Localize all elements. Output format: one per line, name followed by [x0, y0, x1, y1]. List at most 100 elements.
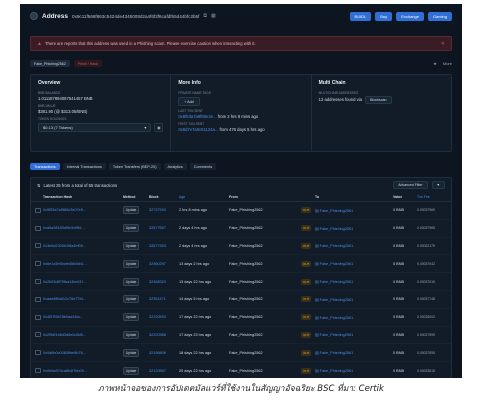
name-tag[interactable]: Fake_Phishing2562: [30, 60, 70, 67]
from-address[interactable]: Fake_Phishing2562: [229, 208, 301, 212]
block-link[interactable]: 32351471: [149, 297, 179, 301]
qr-code-icon[interactable]: ▦: [211, 13, 216, 19]
overview-card: Overview BNB BALANCE 1.01118789406754145…: [31, 75, 172, 151]
to-address-link[interactable]: ▤ Fake_Phishing2561: [315, 279, 393, 284]
eye-icon[interactable]: [35, 279, 41, 285]
table-row: 0xaae8f6dd12c76e77fd... Update 32351471 14 …: [31, 291, 451, 309]
block-link[interactable]: 32220593: [149, 315, 179, 319]
to-address-link[interactable]: ▤ Fake_Phishing2561: [315, 297, 393, 302]
block-link[interactable]: 32468323: [149, 280, 179, 284]
value-text: 0 BNB: [393, 243, 404, 248]
blockscan-select[interactable]: Blockscan: [365, 96, 392, 104]
txn-hash-link[interactable]: 0x0b5a974ca8b4f7bb09...: [43, 369, 123, 373]
method-badge: Update: [123, 241, 140, 250]
from-address[interactable]: Fake_Phishing2562: [229, 262, 301, 266]
eye-icon[interactable]: [35, 314, 41, 320]
txn-hash-link[interactable]: 0x9f53a7a9f80e3e07e9...: [43, 208, 123, 212]
age-text: 2 days 4 hrs ago: [179, 243, 208, 248]
buy-button[interactable]: Buy: [375, 11, 393, 21]
to-address-link[interactable]: ▤ Fake_Phishing2561: [315, 368, 393, 373]
from-address[interactable]: Fake_Phishing2562: [229, 280, 301, 284]
fee-text: 0.00037015: [417, 279, 435, 284]
col-age[interactable]: Age: [179, 195, 229, 199]
direction-badge: OUT: [301, 260, 312, 267]
txn-hash-link[interactable]: 0xaae8f6dd12c76e77fd...: [43, 297, 123, 301]
eye-icon[interactable]: [35, 332, 41, 338]
more-menu[interactable]: More: [443, 61, 452, 66]
tab-token-transfers[interactable]: Token Transfers (BEP-20): [108, 163, 161, 170]
from-address[interactable]: Fake_Phishing2562: [229, 351, 301, 355]
block-link[interactable]: 32120557: [149, 369, 179, 373]
direction-badge: OUT: [301, 296, 312, 303]
eye-icon[interactable]: [35, 207, 41, 213]
col-value: Value: [393, 194, 403, 199]
from-address[interactable]: Fake_Phishing2562: [229, 333, 301, 337]
to-address-link[interactable]: ▤ Fake_Phishing2561: [315, 350, 393, 355]
token-holdings-dropdown[interactable]: $0.13 (7 Tokens) ▾: [38, 123, 152, 132]
to-address-link[interactable]: ▤ Fake_Phishing2561: [315, 332, 393, 337]
eye-icon[interactable]: [35, 225, 41, 231]
direction-badge: OUT: [301, 225, 312, 232]
age-text: 20 days 22 hrs ago: [179, 368, 212, 373]
to-address-link[interactable]: ▤ Fake_Phishing2561: [315, 261, 393, 266]
txn-hash-link[interactable]: 0x4f57f9b78b0ad16cc...: [43, 315, 123, 319]
to-address-link[interactable]: ▤ Fake_Phishing2561: [315, 243, 393, 248]
fee-text: 0.00025002: [417, 315, 435, 320]
method-badge: Update: [123, 366, 140, 375]
table-actions: Advanced Filter ▼: [393, 181, 445, 189]
advanced-filter-button[interactable]: Advanced Filter: [393, 181, 428, 189]
bscscan-screenshot: Address 0x9c11f566f863c5424de4345008d2a4…: [20, 4, 462, 378]
last-txn-link[interactable]: 0x9f53a7a9f80e3e...: [178, 114, 216, 119]
block-link[interactable]: 32677353: [149, 244, 179, 248]
to-address-link[interactable]: ▤ Fake_Phishing2561: [315, 208, 393, 213]
close-icon[interactable]: ✕: [441, 41, 445, 47]
from-address[interactable]: Fake_Phishing2562: [229, 369, 301, 373]
more-info-card: More Info PRIVATE NAME TAGS + Add LAST T…: [171, 75, 312, 151]
direction-badge: OUT: [301, 314, 312, 321]
address-avatar: [30, 12, 38, 20]
from-address[interactable]: Fake_Phishing2562: [229, 297, 301, 301]
txn-hash-link[interactable]: 0x3e6d2305b1f8a4bf09...: [43, 244, 123, 248]
tag-actions: ★ More: [433, 61, 452, 66]
filter-icon[interactable]: ▼: [431, 181, 445, 189]
multichain-label: MULTICHAIN ADDRESSES: [318, 91, 359, 95]
txn-hash-link[interactable]: 0x2b53d87f9ba14bc61f...: [43, 280, 123, 284]
to-address-link[interactable]: ▤ Fake_Phishing2561: [315, 315, 393, 320]
from-address[interactable]: Fake_Phishing2562: [229, 315, 301, 319]
tab-transactions[interactable]: Transactions: [30, 163, 60, 170]
eye-icon[interactable]: [35, 243, 41, 249]
to-address-link[interactable]: ▤ Fake_Phishing2561: [315, 226, 393, 231]
buidl-button[interactable]: BUIDL: [349, 11, 372, 21]
exchange-button[interactable]: Exchange: [396, 11, 424, 21]
tab-analytics[interactable]: Analytics: [163, 163, 187, 170]
block-link[interactable]: 32737993: [149, 208, 179, 212]
tab-comments[interactable]: Comments: [189, 163, 217, 170]
tab-internal-transactions[interactable]: Internal Transactions: [62, 163, 106, 170]
block-link[interactable]: 32460297: [149, 262, 179, 266]
copy-icon[interactable]: ⧉: [203, 13, 207, 19]
col-from: From: [229, 194, 238, 199]
eye-icon[interactable]: [35, 368, 41, 374]
txn-hash-link[interactable]: 0xa5a98183d0fc9cf9fd...: [43, 226, 123, 230]
star-icon[interactable]: ★: [433, 61, 437, 66]
wallet-icon[interactable]: ▣: [154, 123, 164, 132]
col-txn-fee[interactable]: Txn Fee: [417, 195, 445, 199]
from-address[interactable]: Fake_Phishing2562: [229, 244, 301, 248]
txn-hash-link[interactable]: 0x2f96f1b8d3d6e6d3d5...: [43, 333, 123, 337]
first-txn-link[interactable]: 0x8d7e7a0c61124a...: [178, 127, 218, 132]
eye-icon[interactable]: [35, 350, 41, 356]
block-link[interactable]: 32220388: [149, 333, 179, 337]
txn-hash-link[interactable]: 0x6e1c5e5bcfed5b0bb1...: [43, 262, 123, 266]
tag-row: Fake_Phishing2562 Phish / Hack ★ More: [30, 59, 452, 68]
gaming-button[interactable]: Gaming: [427, 11, 452, 21]
add-tag-button[interactable]: + Add: [178, 97, 200, 106]
block-link[interactable]: 32677567: [149, 226, 179, 230]
block-link[interactable]: 32196806: [149, 351, 179, 355]
txn-hash-link[interactable]: 0x0d6b0c0060f9ef4b76...: [43, 351, 123, 355]
method-badge: Update: [123, 330, 140, 339]
value-text: 0 BNB: [393, 368, 404, 373]
from-address[interactable]: Fake_Phishing2562: [229, 226, 301, 230]
eye-icon[interactable]: [35, 261, 41, 267]
eye-icon[interactable]: [35, 296, 41, 302]
value-text: 0 BNB: [393, 208, 404, 213]
